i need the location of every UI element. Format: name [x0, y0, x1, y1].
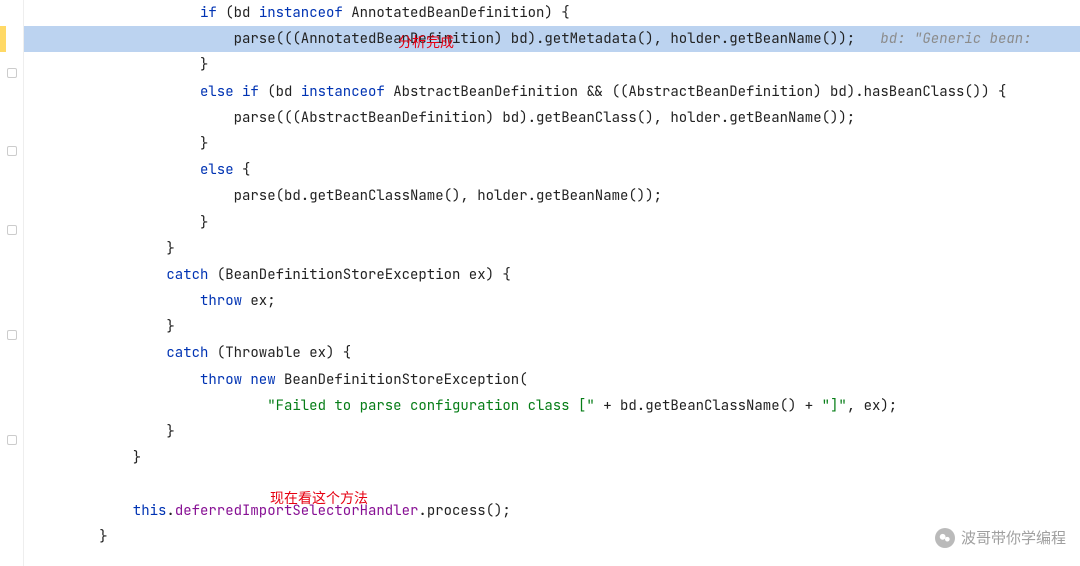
- code-line[interactable]: }: [24, 524, 1080, 550]
- gutter-highlight-marker: [0, 26, 6, 52]
- code-line[interactable]: throw ex;: [24, 288, 1080, 314]
- code-line[interactable]: parse(((AbstractBeanDefinition) bd).getB…: [24, 105, 1080, 131]
- fold-marker-icon[interactable]: [7, 225, 17, 235]
- code-line[interactable]: else {: [24, 157, 1080, 183]
- code-line[interactable]: }: [24, 314, 1080, 340]
- code-line[interactable]: [24, 471, 1080, 497]
- code-line[interactable]: }: [24, 52, 1080, 78]
- code-editor[interactable]: if (bd instanceof AnnotatedBeanDefinitio…: [24, 0, 1080, 566]
- code-line[interactable]: if (bd instanceof AnnotatedBeanDefinitio…: [24, 0, 1080, 26]
- code-line[interactable]: }: [24, 419, 1080, 445]
- code-line[interactable]: }: [24, 445, 1080, 471]
- code-line[interactable]: this.deferredImportSelectorHandler.proce…: [24, 498, 1080, 524]
- code-line[interactable]: throw new BeanDefinitionStoreException(: [24, 367, 1080, 393]
- code-line[interactable]: "Failed to parse configuration class [" …: [24, 393, 1080, 419]
- code-line[interactable]: }: [24, 236, 1080, 262]
- editor-gutter: [0, 0, 24, 566]
- code-line[interactable]: catch (Throwable ex) {: [24, 340, 1080, 366]
- code-line[interactable]: parse(bd.getBeanClassName(), holder.getB…: [24, 183, 1080, 209]
- fold-marker-icon[interactable]: [7, 435, 17, 445]
- fold-marker-icon[interactable]: [7, 330, 17, 340]
- code-line[interactable]: parse(((AnnotatedBeanDefinition) bd).get…: [24, 26, 1080, 52]
- code-line[interactable]: catch (BeanDefinitionStoreException ex) …: [24, 262, 1080, 288]
- code-line[interactable]: }: [24, 131, 1080, 157]
- code-line[interactable]: }: [24, 210, 1080, 236]
- editor-container: if (bd instanceof AnnotatedBeanDefinitio…: [0, 0, 1080, 566]
- fold-marker-icon[interactable]: [7, 146, 17, 156]
- fold-marker-icon[interactable]: [7, 68, 17, 78]
- code-line[interactable]: else if (bd instanceof AbstractBeanDefin…: [24, 79, 1080, 105]
